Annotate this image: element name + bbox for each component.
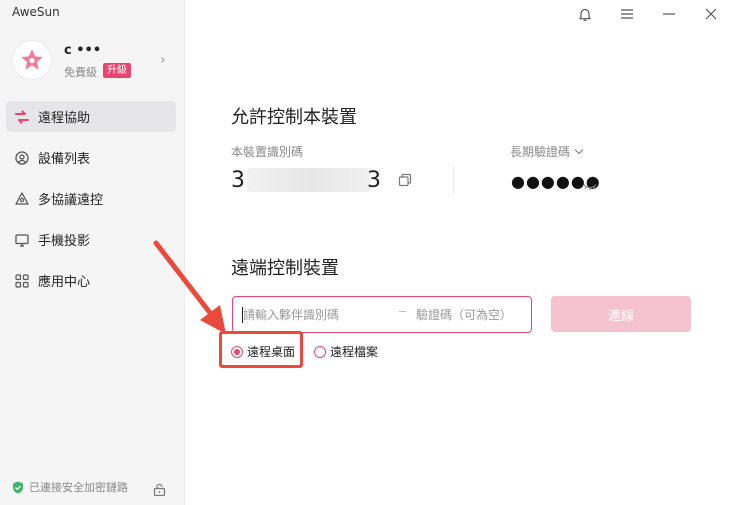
app-center-icon [14, 273, 30, 289]
sidebar-item-app-center[interactable]: 應用中心 [6, 265, 176, 296]
device-id-suffix: 3 [367, 167, 381, 193]
connect-button[interactable]: 連線 [551, 296, 691, 332]
user-name: c ••• [64, 43, 102, 58]
device-id-prefix: 3 [231, 167, 245, 193]
divider [453, 166, 454, 194]
device-list-icon [14, 150, 30, 166]
screen-cast-icon [14, 232, 30, 248]
verification-code-input[interactable] [416, 305, 526, 325]
sidebar-nav: 遠程協助 設備列表 多協議遠控 手機投影 應用中心 [6, 101, 176, 306]
sidebar-item-remote-assist[interactable]: 遠程協助 [6, 101, 176, 132]
star-avatar-icon [21, 49, 43, 70]
minimize-icon[interactable] [648, 4, 690, 24]
input-separator [399, 311, 406, 312]
bell-icon[interactable] [564, 4, 606, 24]
radio-remote-desktop[interactable]: 遠程桌面 [231, 343, 295, 360]
lock-icon[interactable] [153, 483, 166, 496]
security-status-text: 已連接安全加密鏈路 [29, 481, 128, 494]
remote-assist-icon [14, 109, 30, 125]
partner-id-input[interactable] [243, 305, 383, 325]
user-tier: 免費級 [64, 66, 97, 79]
radio-label: 遠程桌面 [247, 345, 296, 359]
shield-check-icon [12, 481, 24, 494]
radio-unchecked-icon [314, 345, 326, 358]
device-id-redacted [247, 168, 371, 192]
sidebar: AweSun c ••• 免費級 升級 › 遠程協助 設備列表 多協議遠控 手機… [0, 0, 185, 505]
sidebar-item-label: 設備列表 [38, 152, 91, 167]
copy-icon[interactable] [398, 172, 412, 191]
chevron-right-icon[interactable]: › [160, 52, 166, 68]
remote-input-group [232, 296, 532, 333]
close-icon[interactable] [690, 4, 732, 24]
allow-control-title: 允許控制本裝置 [231, 107, 357, 128]
sidebar-item-multi-protocol[interactable]: 多協議遠控 [6, 183, 176, 214]
chevron-down-icon [574, 148, 584, 155]
avatar[interactable] [12, 40, 52, 80]
window-controls [564, 4, 732, 24]
device-id-label: 本裝置識別碼 [231, 145, 304, 159]
sidebar-item-label: 手機投影 [38, 234, 91, 249]
security-status: 已連接安全加密鏈路 [12, 479, 128, 495]
sidebar-item-label: 多協議遠控 [38, 193, 104, 208]
upgrade-badge[interactable]: 升級 [103, 63, 131, 78]
password-type-dropdown[interactable]: 長期驗證碼 [510, 143, 584, 160]
menu-icon[interactable] [606, 4, 648, 24]
app-title: AweSun [12, 5, 60, 19]
sidebar-item-device-list[interactable]: 設備列表 [6, 142, 176, 173]
profile-card[interactable]: c ••• 免費級 升級 › [12, 40, 180, 82]
sidebar-item-label: 應用中心 [38, 275, 91, 290]
eye-closed-icon[interactable] [583, 176, 597, 195]
remote-control-title: 遠端控制裝置 [231, 258, 339, 279]
radio-label: 遠程檔案 [330, 345, 379, 359]
sidebar-item-screen-cast[interactable]: 手機投影 [6, 224, 176, 255]
radio-checked-icon [231, 345, 243, 358]
radio-remote-file[interactable]: 遠程檔案 [314, 343, 378, 360]
sidebar-item-label: 遠程協助 [38, 111, 91, 126]
multi-protocol-icon [14, 191, 30, 207]
device-id-value[interactable]: 3 3 [231, 167, 381, 193]
password-type-label: 長期驗證碼 [510, 145, 571, 159]
